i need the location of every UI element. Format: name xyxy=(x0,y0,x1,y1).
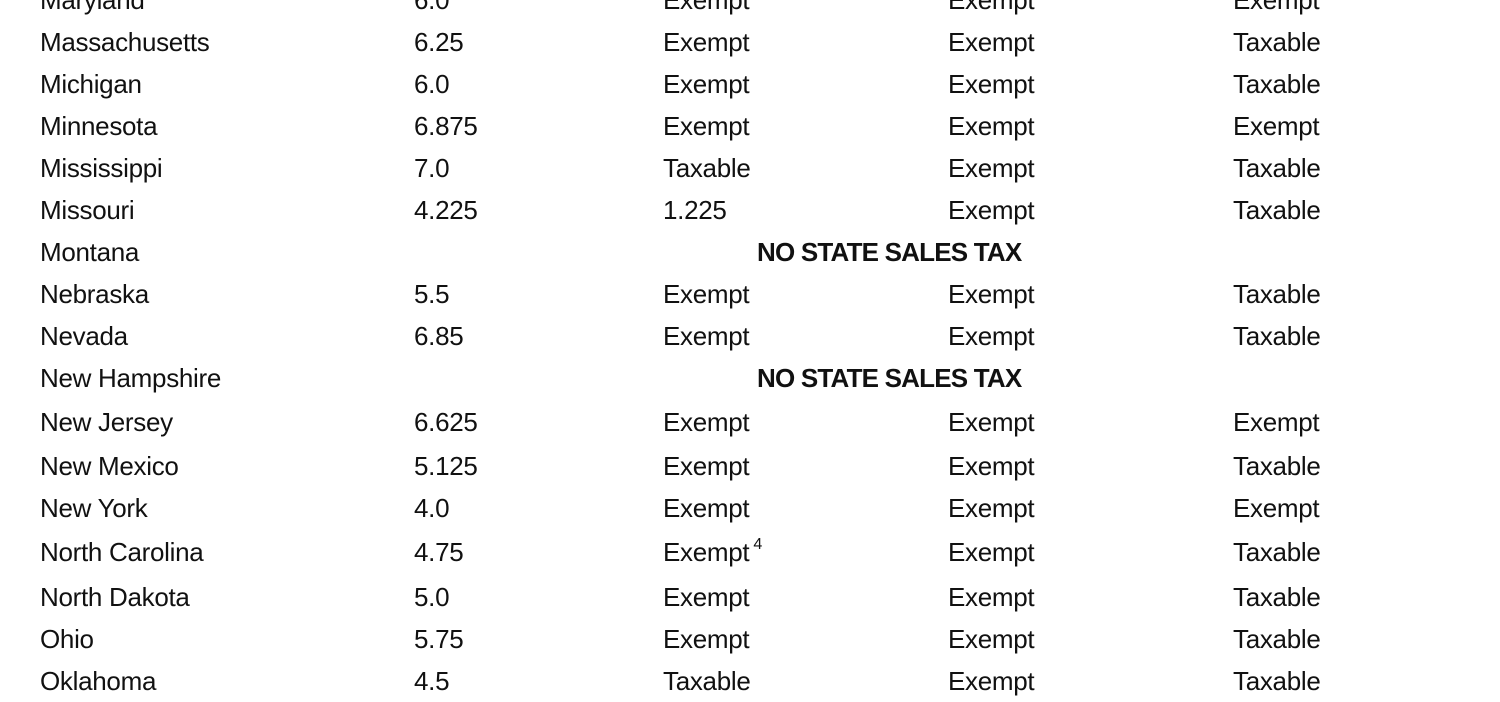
tax-rate: 4.5 xyxy=(414,666,450,696)
tax-rate: 4.75 xyxy=(414,537,464,567)
state-name: Nevada xyxy=(40,321,128,351)
col4-value: Exempt xyxy=(948,624,1035,654)
table-row: Nevada 6.85 Exempt Exempt Taxable xyxy=(0,315,1500,357)
state-name: Maryland xyxy=(40,0,145,15)
col3-value: Exempt xyxy=(663,111,750,141)
col3-value: Exempt xyxy=(663,493,750,523)
col4-value: Exempt xyxy=(948,111,1035,141)
col3-value: Exempt xyxy=(663,451,750,481)
col4-value: Exempt xyxy=(948,0,1035,15)
col3-text: Exempt xyxy=(663,537,750,567)
tax-rate: 4.0 xyxy=(414,493,450,523)
tax-rate: 6.0 xyxy=(414,69,450,99)
table-row: Michigan 6.0 Exempt Exempt Taxable xyxy=(0,63,1500,105)
state-name: New York xyxy=(40,493,148,523)
col3-value: Exempt xyxy=(663,407,750,437)
col5-value: Exempt xyxy=(1233,111,1320,141)
col3-value: Taxable xyxy=(663,153,751,183)
table-row: New Hampshire NO STATE SALES TAX xyxy=(0,357,1500,399)
state-name: Michigan xyxy=(40,69,142,99)
tax-rate: 5.5 xyxy=(414,279,450,309)
col5-value: Taxable xyxy=(1233,279,1321,309)
col5-value: Taxable xyxy=(1233,153,1321,183)
table-row: New Mexico 5.125 Exempt Exempt Taxable xyxy=(0,445,1500,487)
col3-value: Exempt xyxy=(663,69,750,99)
table-row: Oklahoma 4.5 Taxable Exempt Taxable xyxy=(0,660,1500,702)
col5-value: Exempt xyxy=(1233,0,1320,15)
state-name: North Dakota xyxy=(40,582,190,612)
tax-rate: 5.125 xyxy=(414,451,478,481)
table-row: Mississippi 7.0 Taxable Exempt Taxable xyxy=(0,147,1500,189)
col4-value: Exempt xyxy=(948,27,1035,57)
tax-rate: 4.225 xyxy=(414,195,478,225)
col3-value: Exempt xyxy=(663,624,750,654)
col3-value: Exempt xyxy=(663,321,750,351)
tax-rate: 6.25 xyxy=(414,27,464,57)
col3-value: Exempt xyxy=(663,27,750,57)
col3-value: Taxable xyxy=(663,666,751,696)
tax-rate: 6.625 xyxy=(414,407,478,437)
col4-value: Exempt xyxy=(948,69,1035,99)
col4-value: Exempt xyxy=(948,153,1035,183)
table-row: Montana NO STATE SALES TAX xyxy=(0,231,1500,273)
state-name: Oklahoma xyxy=(40,666,157,696)
table-row: Maryland 6.0 Exempt Exempt Exempt xyxy=(0,0,1500,21)
state-name: Missouri xyxy=(40,195,135,225)
tax-rate: 7.0 xyxy=(414,153,450,183)
col4-value: Exempt xyxy=(948,407,1035,437)
no-sales-tax-note: NO STATE SALES TAX xyxy=(757,363,1022,393)
table-row: New Jersey 6.625 Exempt Exempt Exempt xyxy=(0,401,1500,443)
col5-value: Taxable xyxy=(1233,27,1321,57)
col5-value: Taxable xyxy=(1233,321,1321,351)
state-name: North Carolina xyxy=(40,537,204,567)
tax-rate: 6.875 xyxy=(414,111,478,141)
state-name: New Hampshire xyxy=(40,363,222,393)
table-row: New York 4.0 Exempt Exempt Exempt xyxy=(0,487,1500,529)
col4-value: Exempt xyxy=(948,321,1035,351)
state-name: Ohio xyxy=(40,624,94,654)
col4-value: Exempt xyxy=(948,195,1035,225)
table-row: Massachusetts 6.25 Exempt Exempt Taxable xyxy=(0,21,1500,63)
state-name: Mississippi xyxy=(40,153,163,183)
col5-value: Taxable xyxy=(1233,666,1321,696)
tax-rate: 5.75 xyxy=(414,624,464,654)
tax-rate: 6.0 xyxy=(414,0,450,15)
col3-value: Exempt xyxy=(663,279,750,309)
col5-value: Taxable xyxy=(1233,69,1321,99)
footnote-marker: 4 xyxy=(753,536,762,553)
col5-value: Taxable xyxy=(1233,537,1321,567)
no-sales-tax-note: NO STATE SALES TAX xyxy=(757,237,1022,267)
col4-value: Exempt xyxy=(948,666,1035,696)
col4-value: Exempt xyxy=(948,582,1035,612)
col4-value: Exempt xyxy=(948,451,1035,481)
table-row: North Dakota 5.0 Exempt Exempt Taxable xyxy=(0,576,1500,618)
table-row: Nebraska 5.5 Exempt Exempt Taxable xyxy=(0,273,1500,315)
tax-rate: 6.85 xyxy=(414,321,464,351)
state-name: Minnesota xyxy=(40,111,158,141)
table-row: Missouri 4.225 1.225 Exempt Taxable xyxy=(0,189,1500,231)
col3-value: Exempt 4 xyxy=(663,531,762,578)
col3-value: Exempt xyxy=(663,582,750,612)
col5-value: Taxable xyxy=(1233,195,1321,225)
col3-value: 1.225 xyxy=(663,195,727,225)
col5-value: Taxable xyxy=(1233,451,1321,481)
state-name: New Mexico xyxy=(40,451,179,481)
col5-value: Exempt xyxy=(1233,407,1320,437)
table-row: Ohio 5.75 Exempt Exempt Taxable xyxy=(0,618,1500,660)
col4-value: Exempt xyxy=(948,279,1035,309)
col5-value: Taxable xyxy=(1233,624,1321,654)
state-name: New Jersey xyxy=(40,407,173,437)
col5-value: Exempt xyxy=(1233,493,1320,523)
col4-value: Exempt xyxy=(948,537,1035,567)
tax-rate: 5.0 xyxy=(414,582,450,612)
col4-value: Exempt xyxy=(948,493,1035,523)
table-row: North Carolina 4.75 Exempt 4 Exempt Taxab… xyxy=(0,531,1500,573)
col5-value: Taxable xyxy=(1233,582,1321,612)
state-name: Montana xyxy=(40,237,140,267)
col3-value: Exempt xyxy=(663,0,750,15)
state-name: Nebraska xyxy=(40,279,149,309)
state-name: Massachusetts xyxy=(40,27,210,57)
table-row: Minnesota 6.875 Exempt Exempt Exempt xyxy=(0,105,1500,147)
